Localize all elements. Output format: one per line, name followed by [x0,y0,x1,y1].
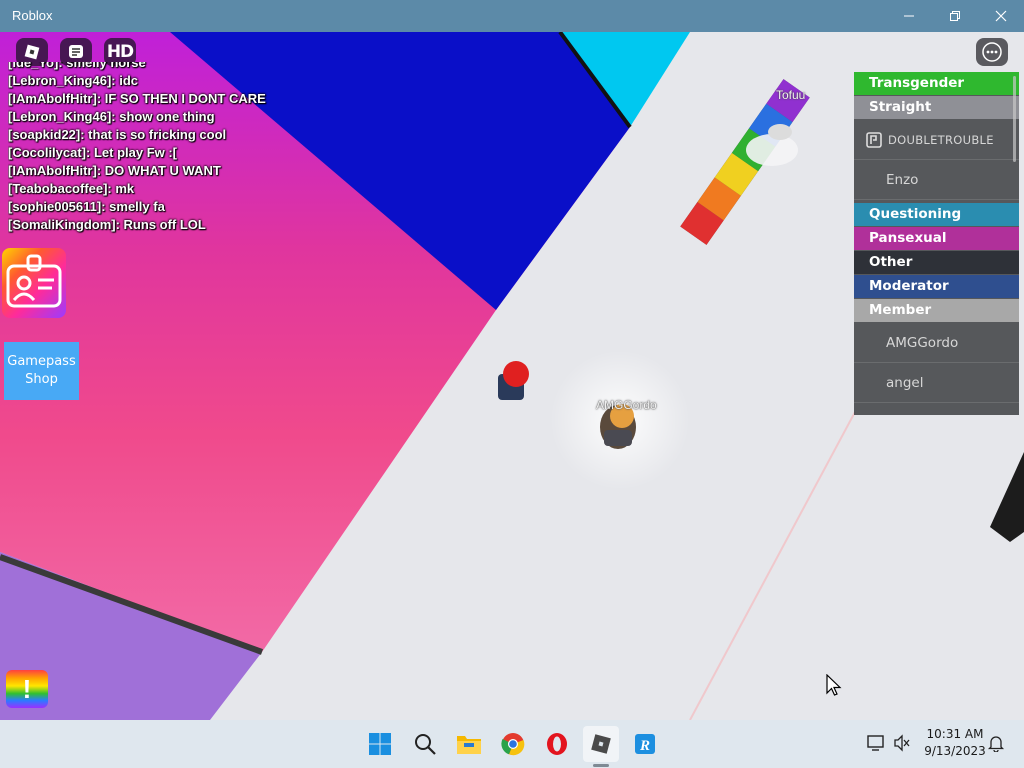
player-row[interactable]: angel [854,363,1019,403]
close-icon [995,10,1007,22]
chat-message: [sophie005611]: smelly fa [8,199,165,214]
team-header-straight[interactable]: Straight [854,96,1019,119]
restore-button[interactable] [932,0,978,32]
file-explorer-button[interactable] [451,726,487,762]
player-nametag: AMGGordo [596,398,657,412]
player-row[interactable]: Enzo [854,160,1019,200]
player-name: AMGGordo [886,334,959,351]
team-header-member[interactable]: Member [854,299,1019,322]
mouse-cursor-icon [826,674,842,696]
player-row[interactable]: AMGGordo [854,323,1019,363]
chat-message: [ide_Yo]: smelly horse [8,62,146,70]
chrome-button[interactable] [495,726,531,762]
window-title: Roblox [12,8,53,23]
shop-label: Shop [25,372,58,387]
gamepass-label: Gamepass [7,354,76,369]
roblox-studio-button[interactable]: R [627,726,663,762]
chat-message: [Lebron_King46]: show one thing [8,109,215,124]
clock-time: 10:31 AM [926,727,984,741]
taskbar[interactable]: R 10:31 AM 9/13/2023 [0,720,1024,768]
search-button[interactable] [407,726,443,762]
notification-bell-icon[interactable] [987,734,1005,752]
roblox-studio-icon: R [635,734,655,754]
chat-log[interactable]: [ide_Yo]: smelly horse [Lebron_King46]: … [8,62,368,242]
chat-icon [69,45,83,58]
team-header-moderator[interactable]: Moderator [854,275,1019,298]
team-header-questioning[interactable]: Questioning [854,203,1019,226]
restore-icon [950,11,960,21]
chat-message: [SomaliKingdom]: Runs off LOL [8,217,206,232]
premium-icon [866,131,882,148]
chat-message: [Teabobacoffee]: mk [8,181,135,196]
hd-label: HD [106,42,134,62]
team-header-other[interactable]: Other [854,251,1019,274]
chat-message: [soapkid22]: that is so fricking cool [8,127,227,142]
opera-button[interactable] [539,726,575,762]
game-viewport[interactable]: HD [ide_Yo]: smelly horse [Lebron_King46… [0,32,1024,720]
report-button[interactable]: ! [6,670,48,708]
chat-message: [Lebron_King46]: idc [8,73,139,88]
chat-message: [Cocolilycat]: Let play Fw :[ [8,145,178,160]
ellipsis-icon [982,42,1002,62]
start-button[interactable] [362,726,398,762]
other-player-nametag: Tofuu [776,88,806,102]
roblox-logo-icon [24,44,40,60]
id-card-button[interactable] [2,248,66,318]
player-list-scrollbar[interactable] [1013,76,1016,162]
player-name: angel [886,374,924,391]
start-icon [369,733,391,755]
minimize-button[interactable] [886,0,932,32]
active-app-indicator [593,764,609,767]
team-header-transgender[interactable]: Transgender [854,72,1019,95]
file-explorer-icon [457,736,481,754]
close-button[interactable] [978,0,1024,32]
chat-message: [IAmAbolfHitr]: DO WHAT U WANT [8,163,221,178]
player-name: DOUBLETROUBLE [888,132,994,147]
player-list[interactable]: Transgender Straight DOUBLETROUBLE Enzo … [854,72,1019,415]
system-clock[interactable]: 10:31 AM 9/13/2023 [918,726,992,760]
clock-date: 9/13/2023 [924,744,986,758]
network-icon[interactable] [866,734,886,752]
search-icon [415,734,436,755]
id-card-icon [6,254,62,308]
chat-message: [IAmAbolfHitr]: IF SO THEN I DONT CARE [8,91,266,106]
gamepass-shop-button[interactable]: Gamepass Shop [4,342,79,400]
roblox-icon [591,734,611,754]
more-options-button[interactable] [976,38,1008,66]
volume-muted-icon[interactable] [893,734,911,752]
window-title-bar[interactable]: Roblox [0,0,1024,32]
player-name: Enzo [886,171,919,188]
roblox-taskbar-button[interactable] [583,726,619,762]
opera-icon [547,733,567,755]
minimize-icon [904,15,914,17]
svg-text:R: R [639,738,650,754]
exclamation-icon: ! [22,674,32,704]
chrome-icon [501,733,525,756]
player-row[interactable]: DOUBLETROUBLE [854,120,1019,160]
team-header-pansexual[interactable]: Pansexual [854,227,1019,250]
